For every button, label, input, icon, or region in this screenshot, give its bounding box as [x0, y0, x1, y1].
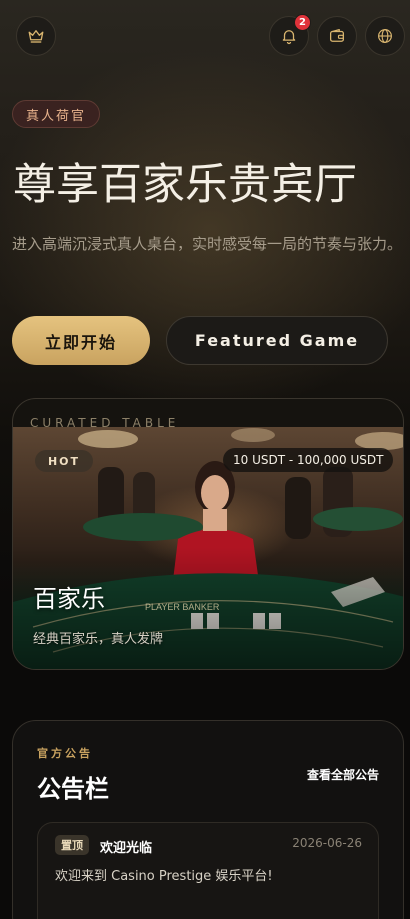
- wallet-button[interactable]: [317, 16, 357, 56]
- bell-icon: [282, 30, 296, 45]
- table-layout-text: PLAYER BANKER: [145, 602, 220, 612]
- start-now-button[interactable]: 立即开始: [12, 316, 150, 365]
- globe-icon: [378, 29, 392, 43]
- crown-logo-button[interactable]: [16, 16, 56, 56]
- live-dealer-tag: 真人荷官: [12, 100, 101, 128]
- wallet-icon: [329, 28, 345, 42]
- notification-count-badge: 2: [294, 14, 311, 31]
- announcement-card: 官方公告 公告栏 查看全部公告 置顶 欢迎光临 2026-06-26 欢迎来到 …: [12, 720, 404, 919]
- view-all-announcements-link[interactable]: 查看全部公告: [307, 766, 379, 783]
- hot-badge: HOT: [35, 450, 93, 472]
- game-description: 经典百家乐，真人发牌: [33, 632, 164, 647]
- game-name: 百家乐: [33, 585, 105, 613]
- announcement-item-date: 2026-06-26: [292, 836, 362, 850]
- featured-game-button[interactable]: Featured Game: [166, 316, 388, 365]
- hero-subtitle: 进入高端沉浸式真人桌台，实时感受每一局的节奏与张力。: [12, 235, 403, 253]
- top-bar: 2: [16, 14, 405, 56]
- language-button[interactable]: [365, 16, 405, 56]
- hero-title: 尊享百家乐贵宾厅: [13, 160, 357, 210]
- pinned-badge: 置顶: [55, 835, 89, 855]
- notifications-button[interactable]: 2: [269, 14, 311, 56]
- crown-icon: [28, 30, 44, 43]
- featured-table-card[interactable]: CURATED TABLE PLAYER BANKER HOT 10 USDT …: [12, 398, 404, 670]
- baccarat-dealer-photo: PLAYER BANKER HOT 10 USDT - 100,000 USDT…: [13, 427, 403, 669]
- announcement-item-body: 欢迎来到 Casino Prestige 娱乐平台!: [55, 869, 273, 884]
- announcement-title: 公告栏: [37, 775, 109, 803]
- announcement-eyebrow: 官方公告: [37, 747, 93, 760]
- announcement-item[interactable]: 置顶 欢迎光临 2026-06-26 欢迎来到 Casino Prestige …: [37, 822, 379, 919]
- announcement-item-title: 欢迎光临: [100, 841, 153, 856]
- bet-range-badge: 10 USDT - 100,000 USDT: [223, 448, 394, 472]
